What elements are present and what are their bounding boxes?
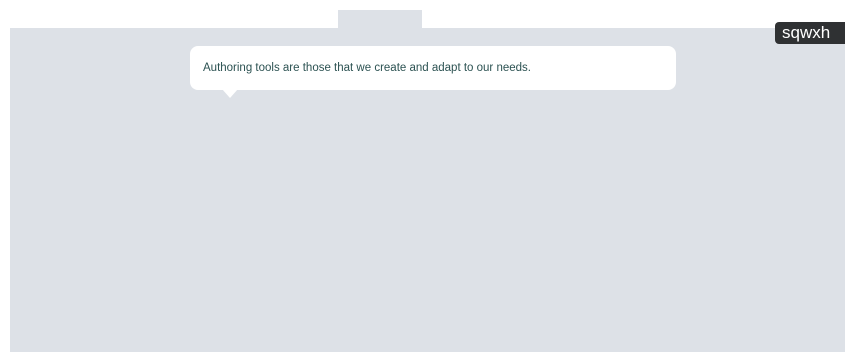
active-tab[interactable] xyxy=(338,10,422,28)
screen: sqwxh Authoring tools are those that we … xyxy=(0,0,845,352)
top-bar-right xyxy=(422,0,845,22)
tooltip-text: Authoring tools are those that we create… xyxy=(203,62,531,74)
tooltip-bubble: Authoring tools are those that we create… xyxy=(190,46,676,98)
user-badge[interactable]: sqwxh xyxy=(775,22,845,44)
user-badge-label: sqwxh xyxy=(782,23,831,42)
top-bar-left xyxy=(0,0,338,28)
tooltip-pointer xyxy=(222,89,238,98)
